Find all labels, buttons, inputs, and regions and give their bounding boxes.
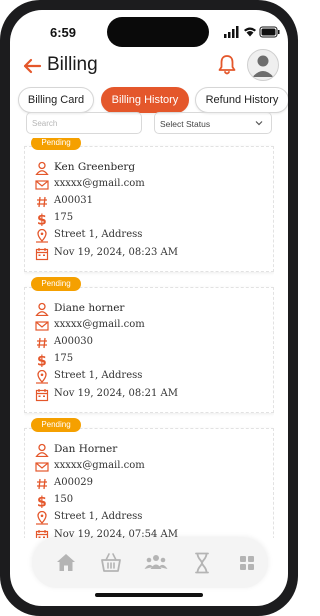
record-id: A00029 [54,477,94,488]
calendar-icon [35,248,49,261]
phone-frame: 6:59 Billing Billing Card Billing Histor… [0,0,298,616]
status-badge: Pending [31,138,81,150]
customer-email: xxxxx@gmail.com [54,460,145,471]
id-row: A00029 [35,476,265,492]
customer-name-row: Diane horner [35,301,265,317]
email-row: xxxxx@gmail.com [35,318,265,334]
record-id: A00030 [54,336,94,347]
customer-name: Diane horner [54,302,125,314]
avatar[interactable] [247,49,279,81]
billing-card[interactable]: Pending Ken Greenberg xxxxx@gmail.com A0… [24,138,274,272]
calendar-icon [35,389,49,402]
bell-icon[interactable] [218,54,236,76]
address: Street 1, Address [54,511,143,522]
amount: 175 [54,212,74,223]
address-row: Street 1, Address [35,228,265,244]
location-pin-icon [36,511,48,525]
address-row: Street 1, Address [35,369,265,385]
tab-billing-card[interactable]: Billing Card [18,87,94,113]
customer-email: xxxxx@gmail.com [54,319,145,330]
app-screen: 6:59 Billing Billing Card Billing Histor… [10,10,288,606]
dollar-icon: $ [37,354,47,368]
svg-text:$: $ [37,213,47,227]
search-input[interactable]: Search [26,112,142,134]
location-pin-icon [36,229,48,243]
billing-card[interactable]: Pending Diane horner xxxxx@gmail.com A00… [24,277,274,413]
status-time: 6:59 [50,25,77,40]
date: Nov 19, 2024, 08:23 AM [54,247,178,258]
address-row: Street 1, Address [35,510,265,526]
customer-name-row: Ken Greenberg [35,160,265,176]
amount: 175 [54,353,74,364]
address: Street 1, Address [54,229,143,240]
amount-row: $ 150 [35,493,265,509]
customer-email: xxxxx@gmail.com [54,178,145,189]
id-row: A00030 [35,335,265,351]
mail-icon [35,462,49,472]
basket-icon[interactable] [99,551,123,575]
mail-icon [35,321,49,331]
date: Nov 19, 2024, 07:54 AM [54,529,178,538]
hash-icon [37,196,47,208]
status-badge: Pending [31,277,81,291]
group-icon[interactable] [144,551,168,575]
bottom-nav [32,538,268,588]
email-row: xxxxx@gmail.com [35,459,265,475]
id-row: A00031 [35,194,265,210]
date-row: Nov 19, 2024, 08:21 AM [35,387,265,403]
email-row: xxxxx@gmail.com [35,177,265,193]
calendar-icon [35,530,49,538]
app-header: Billing [10,42,288,88]
chevron-down-icon [255,121,263,126]
person-icon [35,443,49,457]
svg-text:$: $ [37,354,47,368]
customer-name: Ken Greenberg [54,161,136,173]
hash-icon [37,478,47,490]
customer-name-row: Dan Horner [35,442,265,458]
back-arrow-icon[interactable] [22,56,42,76]
person-icon [35,161,49,175]
billing-history-list[interactable]: Pending Ken Greenberg xxxxx@gmail.com A0… [24,138,274,538]
date-row: Nov 19, 2024, 07:54 AM [35,528,265,538]
date: Nov 19, 2024, 08:21 AM [54,388,178,399]
home-icon[interactable] [54,551,78,575]
status-select-label: Select Status [160,119,211,129]
status-select[interactable]: Select Status [154,112,272,134]
mail-icon [35,180,49,190]
dollar-icon: $ [37,495,47,509]
signal-icon [224,34,227,38]
tab-billing-history[interactable]: Billing History [101,87,189,113]
svg-text:$: $ [37,495,47,509]
date-row: Nov 19, 2024, 08:23 AM [35,246,265,262]
address: Street 1, Address [54,370,143,381]
person-icon [35,302,49,316]
status-badge: Pending [31,418,81,432]
record-id: A00031 [54,195,94,206]
wifi-icon [244,27,256,37]
amount: 150 [54,494,74,505]
page-title: Billing [47,54,98,75]
hash-icon [37,337,47,349]
amount-row: $ 175 [35,211,265,227]
billing-card[interactable]: Pending Dan Horner xxxxx@gmail.com A0002… [24,418,274,538]
amount-row: $ 175 [35,352,265,368]
grid-icon[interactable] [235,551,259,575]
hourglass-icon[interactable] [190,551,214,575]
home-indicator[interactable] [95,593,203,597]
user-avatar-icon [252,55,274,77]
customer-name: Dan Horner [54,443,118,455]
status-icons [224,26,280,38]
tab-refund-history[interactable]: Refund History [195,87,288,113]
dollar-icon: $ [37,213,47,227]
location-pin-icon [36,370,48,384]
